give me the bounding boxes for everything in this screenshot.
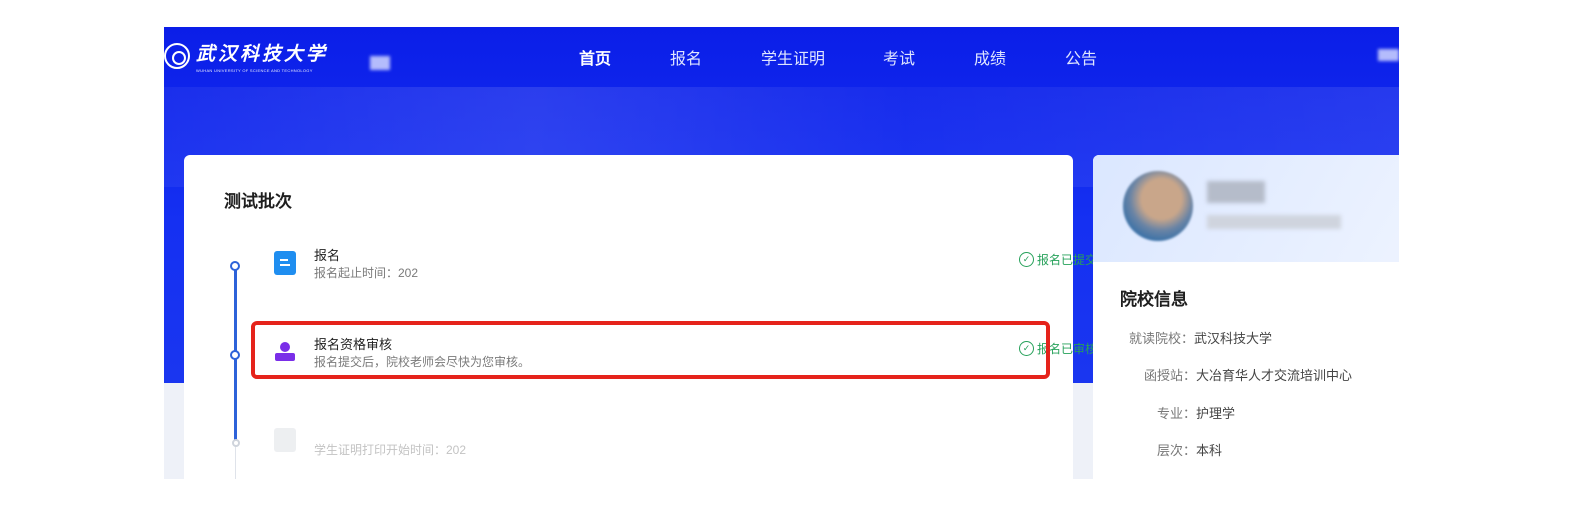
timeline-dot	[232, 439, 240, 447]
nav-item-exam[interactable]: 考试	[883, 45, 915, 69]
avatar[interactable]	[1123, 171, 1193, 241]
school-info-title: 院校信息	[1120, 290, 1188, 309]
nav-item-registration[interactable]: 报名	[670, 45, 702, 69]
nav-item-scores[interactable]: 成绩	[974, 45, 1006, 69]
redacted-user-name	[1207, 181, 1265, 203]
nav-item-student-certificate[interactable]: 学生证明	[761, 45, 825, 69]
app-frame: 武汉科技大学 WUHAN UNIVERSITY OF SCIENCE AND T…	[164, 27, 1399, 479]
status-badge: ✓ 报名已提交	[1019, 251, 1097, 268]
info-row-major: 专业：护理学	[1157, 406, 1236, 421]
school-info-card: 院校信息 就读院校：武汉科技大学 函授站：大冶育华人才交流培训中心 专业：护理学…	[1093, 155, 1399, 479]
step-description: 学生证明打印开始时间：202	[314, 443, 467, 457]
redacted-user-id	[1207, 215, 1341, 229]
nav-item-home[interactable]: 首页	[579, 45, 611, 69]
info-row-school: 就读院校：武汉科技大学	[1129, 331, 1273, 346]
step-description: 报名起止时间：202	[314, 266, 419, 280]
document-icon	[274, 251, 296, 275]
step-title: 报名	[314, 248, 341, 263]
printer-icon	[274, 428, 296, 452]
main-nav: 首页 报名 学生证明 考试 成绩 公告	[164, 45, 1399, 71]
timeline-dot	[230, 350, 240, 360]
user-profile	[1093, 155, 1399, 262]
check-circle-icon: ✓	[1019, 252, 1034, 267]
info-row-station: 函授站：大冶育华人才交流培训中心	[1144, 368, 1353, 383]
info-row-level: 层次：本科	[1157, 443, 1223, 458]
nav-item-announcements[interactable]: 公告	[1065, 45, 1097, 69]
batch-card: 测试批次 报名 报名起止时间：202 ✓ 报名已提交 报名资格审核 报名提交后，…	[184, 155, 1097, 479]
status-text: 报名已提交	[1037, 253, 1098, 267]
timeline-dot	[230, 261, 240, 271]
highlight-annotation	[251, 321, 1050, 379]
batch-title: 测试批次	[224, 192, 292, 211]
